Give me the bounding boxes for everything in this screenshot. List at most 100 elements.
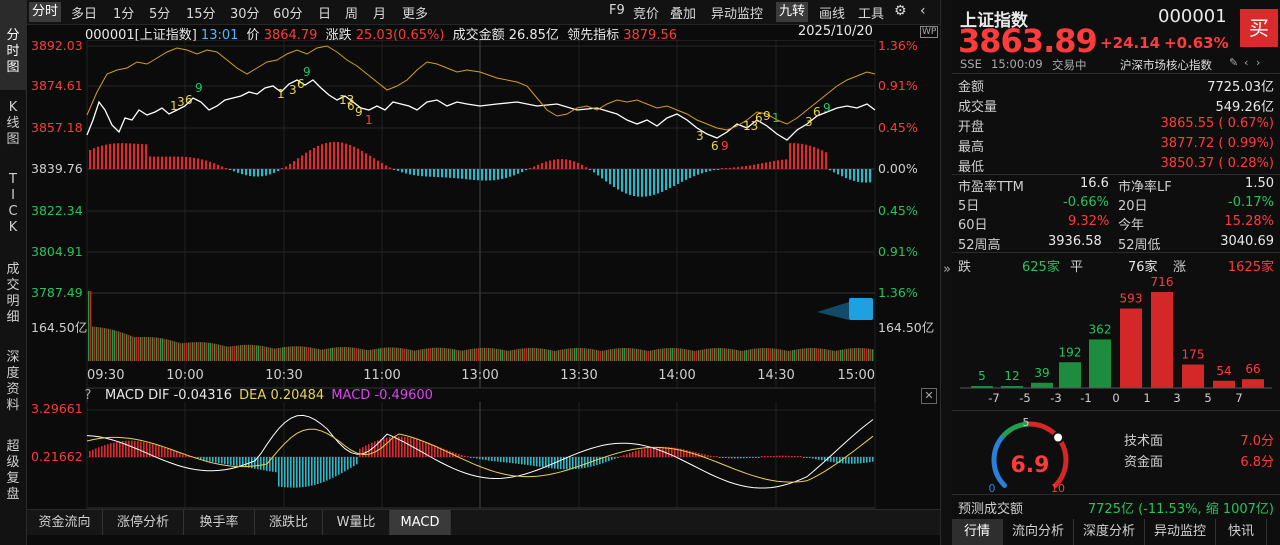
delta-bar — [761, 163, 764, 169]
macd-hist-bar — [227, 457, 229, 465]
y-axis-pct-label: 0.91% — [878, 244, 918, 259]
delta-bar — [637, 169, 640, 197]
overlay-button[interactable]: 叠加 — [670, 3, 696, 22]
dist-bar — [1089, 339, 1111, 388]
index-code: 000001 — [1158, 6, 1227, 27]
period-tab-60min[interactable]: 60分 — [273, 3, 303, 22]
period-tab-week[interactable]: 周 — [345, 3, 358, 22]
tab-flow-analysis[interactable]: 流向分析 — [1003, 519, 1074, 545]
side-tab-tick[interactable]: TICK — [0, 170, 26, 250]
stat-value-5d: -0.66% — [1063, 195, 1109, 210]
tab-turnover[interactable]: 换手率 — [184, 510, 255, 535]
side-tab-timeshare[interactable]: 分时图 — [0, 0, 26, 90]
volume-bar — [148, 337, 150, 361]
index-group[interactable]: 沪深市场核心指数 — [1120, 57, 1212, 73]
close-icon[interactable]: ✕ — [921, 388, 937, 404]
period-tab-month[interactable]: 月 — [373, 3, 386, 22]
volume-bar — [584, 348, 586, 361]
expand-icon[interactable]: » — [943, 262, 951, 277]
tools-button[interactable]: 工具 — [858, 3, 884, 22]
side-tab-depth[interactable]: 深度资料 — [0, 348, 26, 428]
delta-bar — [597, 169, 600, 176]
collapse-left-icon[interactable]: ‹ — [920, 3, 926, 19]
help-icon[interactable]: ? — [81, 388, 95, 403]
macd-hist-value: -0.49600 — [374, 388, 433, 403]
delta-bar — [177, 156, 180, 169]
delta-bar — [609, 169, 612, 185]
volume-bar — [572, 348, 574, 361]
delta-bar — [365, 153, 368, 169]
delta-bar — [589, 169, 592, 170]
anomaly-monitor-button[interactable]: 异动监控 — [711, 3, 763, 22]
volume-bar — [336, 347, 338, 361]
volume-bar — [106, 328, 108, 361]
macd-hist-bar — [89, 450, 91, 457]
side-tab-kline[interactable]: K线图 — [0, 98, 26, 158]
buy-button[interactable]: 买 — [1240, 9, 1278, 47]
stat-value-20d: -0.17% — [1228, 195, 1274, 210]
stat-label-20d: 20日 — [1118, 199, 1148, 214]
tab-macd[interactable]: MACD — [390, 510, 451, 535]
volume-bar — [410, 349, 412, 361]
delta-bar — [585, 167, 588, 169]
auction-button[interactable]: 竞价 — [633, 3, 659, 22]
period-tab-15min[interactable]: 15分 — [186, 3, 216, 22]
macd-hist-bar — [92, 449, 94, 457]
tab-adv-decl[interactable]: 涨跌比 — [255, 510, 323, 535]
macd-hist-bar — [860, 457, 862, 464]
pencil-icon[interactable]: ✎ — [1229, 56, 1238, 69]
side-tab-trade-detail[interactable]: 成交明细 — [0, 260, 26, 340]
tab-anomaly-monitor[interactable]: 异动监控 — [1145, 519, 1216, 545]
tab-limit-up[interactable]: 涨停分析 — [103, 510, 184, 535]
tab-newsflash[interactable]: 快讯 — [1216, 519, 1267, 545]
volume-bar — [652, 350, 654, 361]
volume-bar — [856, 348, 858, 361]
period-tab-multiday[interactable]: 多日 — [71, 3, 97, 22]
y-axis-label: 3822.34 — [31, 203, 83, 218]
chevron-right-icon[interactable]: › — [1256, 56, 1260, 69]
period-tab-day[interactable]: 日 — [318, 3, 331, 22]
nine-turn-button[interactable]: 九转 — [776, 2, 809, 22]
period-tab-5min[interactable]: 5分 — [149, 3, 170, 22]
volume-bar — [522, 348, 524, 361]
wp-icon[interactable]: WP — [920, 26, 939, 38]
macd-hist-bar — [353, 457, 355, 467]
macd-hist-bar — [773, 455, 775, 457]
gear-icon[interactable]: ⚙ — [894, 3, 907, 19]
volume-bar — [228, 346, 230, 361]
tab-depth-analysis[interactable]: 深度分析 — [1074, 519, 1145, 545]
volume-bar — [436, 347, 438, 361]
volume-bar — [210, 343, 212, 361]
delta-bar — [361, 150, 364, 169]
delta-bar — [185, 156, 188, 169]
volume-bar — [282, 347, 284, 361]
f9-button[interactable]: F9 — [609, 3, 625, 18]
chevron-left-icon[interactable]: ‹ — [1244, 56, 1248, 69]
delta-bar — [297, 158, 300, 169]
macd-hist-bar — [566, 457, 568, 470]
macd-hist-bar — [173, 451, 175, 457]
macd-hist-bar — [713, 456, 715, 457]
tab-quote[interactable]: 行情 — [952, 519, 1003, 545]
delta-bar — [145, 144, 148, 169]
tab-fund-flow[interactable]: 资金流向 — [27, 510, 103, 535]
side-tab-replay[interactable]: 超级复盘 — [0, 437, 26, 517]
timeshare-chart[interactable]: 3892.03 3874.61 3857.18 3839.76 3822.34 3804.… — [27, 40, 940, 510]
volume-bar — [662, 348, 664, 361]
macd-hist-bar — [128, 440, 130, 457]
volume-bar — [750, 349, 752, 361]
macd-hist-bar — [140, 441, 142, 457]
period-tab-30min[interactable]: 30分 — [230, 3, 260, 22]
macd-hist-bar — [842, 457, 844, 464]
period-tab-more[interactable]: 更多 — [402, 3, 428, 22]
period-tab-1min[interactable]: 1分 — [113, 3, 134, 22]
volume-bar — [698, 350, 700, 361]
macd-hist-bar — [614, 457, 616, 459]
delta-bar — [825, 152, 828, 169]
dist-bar-label: 54 — [1216, 364, 1231, 378]
delta-bar — [281, 168, 284, 169]
period-tab-timeshare[interactable]: 分时 — [29, 2, 62, 22]
volume-bar — [594, 349, 596, 361]
tab-w-volume-ratio[interactable]: W量比 — [323, 510, 390, 535]
draw-line-button[interactable]: 画线 — [819, 3, 845, 22]
